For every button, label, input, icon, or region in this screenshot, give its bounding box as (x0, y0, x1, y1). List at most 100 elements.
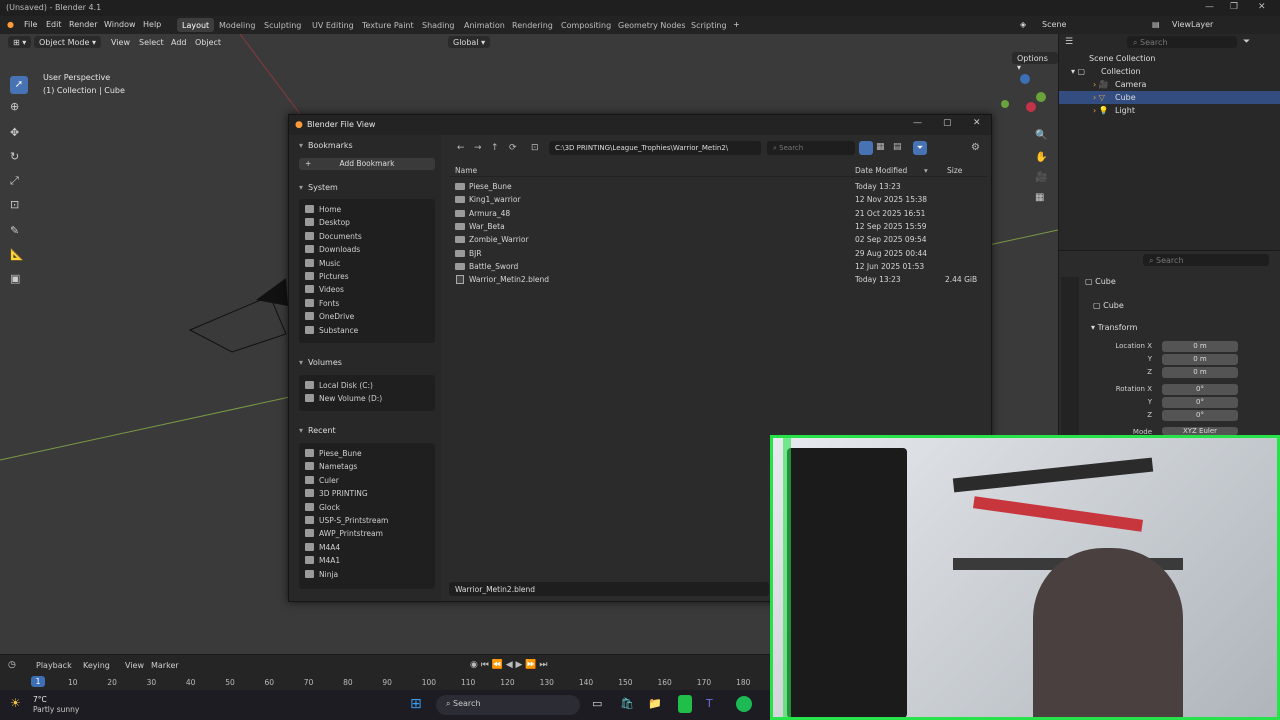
weather-temp[interactable]: 7°C (33, 695, 47, 704)
add-cube-tool-icon[interactable]: ▣ (10, 272, 20, 285)
filter-toggle-icon[interactable]: ⏷ (913, 141, 927, 155)
outliner-light[interactable]: › 💡 Light (1059, 104, 1280, 117)
menu-file[interactable]: File (24, 20, 37, 29)
system-header[interactable]: ▾ System (299, 183, 338, 192)
dialog-minimize-icon[interactable]: — (913, 118, 922, 128)
properties-object-name[interactable]: ▢ Cube (1085, 277, 1116, 286)
transform-orientation-dropdown[interactable]: Global ▾ (448, 36, 491, 48)
tab-texture-paint[interactable]: Texture Paint (357, 18, 419, 32)
outliner-cube[interactable]: › ▽ Cube (1059, 91, 1280, 104)
cursor-tool-icon[interactable]: ⊕ (10, 100, 19, 113)
rotation-y-field[interactable]: 0° (1162, 397, 1238, 408)
location-z-field[interactable]: 0 m (1162, 367, 1238, 378)
recent-item[interactable]: 3D PRINTING (305, 487, 368, 500)
viewport-menu-object[interactable]: Object (195, 38, 221, 47)
sort-chevron-icon[interactable]: ▾ (924, 166, 928, 175)
tab-rendering[interactable]: Rendering (507, 18, 558, 32)
move-tool-icon[interactable]: ✥ (10, 126, 19, 139)
outliner-camera[interactable]: › 🎥 Camera (1059, 78, 1280, 91)
forward-icon[interactable]: → (474, 143, 482, 153)
timeline-menu-playback[interactable]: Playback (36, 661, 72, 670)
file-row[interactable]: Warrior_Metin2.blend Today 13:23 2.44 GiB (449, 273, 987, 286)
bookmarks-header[interactable]: ▾ Bookmarks (299, 141, 353, 150)
rotation-z-field[interactable]: 0° (1162, 410, 1238, 421)
zoom-icon[interactable]: 🔍 (1035, 130, 1047, 141)
file-explorer-icon[interactable]: 📁 (648, 697, 662, 710)
recent-item[interactable]: Piese_Bune (305, 447, 362, 460)
grid-view-small-icon[interactable]: ▤ (893, 142, 902, 152)
tab-modeling[interactable]: Modeling (214, 18, 260, 32)
location-y-field[interactable]: 0 m (1162, 354, 1238, 365)
recent-item[interactable]: M4A1 (305, 554, 340, 567)
task-view-icon[interactable]: ▭ (592, 697, 602, 710)
rotation-x-field[interactable]: 0° (1162, 384, 1238, 395)
tab-compositing[interactable]: Compositing (556, 18, 616, 32)
file-row[interactable]: War_Beta 12 Sep 2025 15:59 (449, 220, 987, 233)
volume-item[interactable]: Local Disk (C:) (305, 379, 373, 392)
column-name[interactable]: Name (455, 166, 477, 175)
tab-layout[interactable]: Layout (177, 18, 215, 32)
timeline-editor-icon[interactable]: ◷ (8, 660, 16, 670)
weather-desc[interactable]: Partly sunny (33, 705, 79, 714)
column-size[interactable]: Size (947, 166, 962, 175)
scene-name[interactable]: Scene (1042, 20, 1066, 29)
transform-panel-header[interactable]: ▾ Transform (1091, 323, 1137, 332)
file-row[interactable]: Piese_Bune Today 13:23 (449, 180, 987, 193)
system-item[interactable]: OneDrive (305, 310, 354, 323)
menu-edit[interactable]: Edit (46, 20, 62, 29)
outliner-editor-icon[interactable]: ☰ (1065, 37, 1073, 47)
system-item[interactable]: Videos (305, 283, 344, 296)
system-item[interactable]: Desktop (305, 216, 350, 229)
recent-item[interactable]: M4A4 (305, 541, 340, 554)
outliner-scene-collection[interactable]: Scene Collection (1059, 52, 1280, 65)
viewport-menu-view[interactable]: View (111, 38, 130, 47)
store-icon[interactable]: 🛍 (620, 697, 634, 710)
dialog-maximize-icon[interactable]: ▢ (943, 118, 952, 128)
system-item[interactable]: Pictures (305, 270, 349, 283)
menu-window[interactable]: Window (104, 20, 136, 29)
recent-item[interactable]: USP-S_Printstream (305, 514, 388, 527)
pan-hand-icon[interactable]: ✋ (1035, 152, 1047, 163)
filename-input[interactable]: Warrior_Metin2.blend (449, 582, 769, 596)
grid-view-icon[interactable]: ▦ (1035, 192, 1044, 203)
dialog-search-input[interactable]: ⌕ Search (767, 141, 855, 155)
current-frame-indicator[interactable]: 1 (31, 676, 45, 687)
close-icon[interactable]: ✕ (1258, 2, 1266, 12)
outliner-collection[interactable]: ▾ ▢ Collection (1059, 65, 1280, 78)
new-folder-icon[interactable]: ⊡ (531, 143, 539, 153)
column-date[interactable]: Date Modified (855, 166, 907, 175)
file-row[interactable]: King1_warrior 12 Nov 2025 15:38 (449, 193, 987, 206)
system-item[interactable]: Downloads (305, 243, 360, 256)
editor-type-icon[interactable]: ⊞ ▾ (8, 36, 32, 48)
navigation-gizmo[interactable] (1000, 72, 1050, 122)
system-item[interactable]: Home (305, 203, 341, 216)
menu-render[interactable]: Render (69, 20, 97, 29)
app-green-icon[interactable] (678, 695, 692, 713)
dialog-close-icon[interactable]: ✕ (973, 118, 981, 128)
properties-tabs[interactable] (1061, 277, 1079, 437)
parent-dir-icon[interactable]: ↑ (491, 143, 499, 153)
timeline-menu-keying[interactable]: Keying (83, 661, 110, 670)
settings-gear-icon[interactable]: ⚙ (971, 142, 980, 153)
camera-view-icon[interactable]: 🎥 (1035, 172, 1047, 183)
list-view-icon[interactable] (859, 141, 873, 155)
tab-sculpting[interactable]: Sculpting (259, 18, 306, 32)
rotation-mode-dropdown[interactable]: XYZ Euler (1162, 427, 1238, 435)
refresh-icon[interactable]: ⟳ (509, 143, 517, 153)
recent-item[interactable]: Glock (305, 501, 340, 514)
annotate-tool-icon[interactable]: ✎ (10, 224, 19, 237)
menu-help[interactable]: Help (143, 20, 161, 29)
tab-shading[interactable]: Shading (417, 18, 460, 32)
thumbnail-view-icon[interactable]: ▦ (876, 142, 885, 152)
location-x-field[interactable]: 0 m (1162, 341, 1238, 352)
playback-controls[interactable]: ◉ ⏮ ⏪ ◀ ▶ ⏩ ⏭ (470, 660, 547, 670)
teams-icon[interactable]: T (706, 697, 713, 710)
dialog-title-bar[interactable]: ● Blender File View — ▢ ✕ (289, 115, 991, 135)
transform-tool-icon[interactable]: ⊡ (10, 198, 19, 211)
object-mode-dropdown[interactable]: Object Mode ▾ (34, 36, 101, 48)
measure-tool-icon[interactable]: 📐 (10, 248, 24, 261)
file-row[interactable]: Battle_Sword 12 Jun 2025 01:53 (449, 260, 987, 273)
maximize-icon[interactable]: ❐ (1230, 2, 1238, 12)
scale-tool-icon[interactable]: ⤢ (10, 174, 19, 188)
volume-item[interactable]: New Volume (D:) (305, 392, 382, 405)
